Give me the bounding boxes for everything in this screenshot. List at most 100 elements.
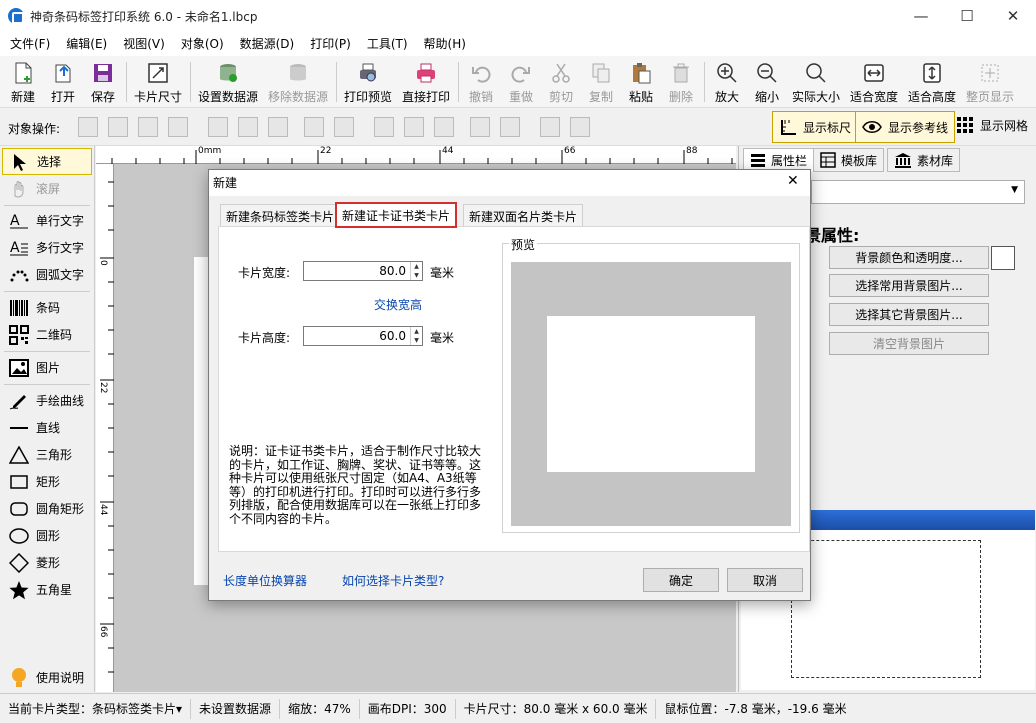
menu-object[interactable]: 对象(O) [173,32,232,56]
card-size-icon [146,61,170,85]
close-window-button[interactable]: ✕ [990,0,1036,32]
common-bg-image-button[interactable]: 选择常用背景图片... [829,274,989,297]
tool-divider [4,351,90,352]
other-bg-image-button[interactable]: 选择其它背景图片... [829,303,989,326]
swap-width-height-link[interactable]: 交换宽高 [374,296,422,313]
distribute-h-icon[interactable] [304,117,324,137]
menu-print[interactable]: 打印(P) [302,32,359,56]
tool-ellipse[interactable]: 圆形 [2,522,92,549]
align-middle-icon[interactable] [404,117,424,137]
paste-button[interactable]: 粘贴 [624,58,658,106]
group-icon[interactable] [540,117,560,137]
tool-freehand[interactable]: 手绘曲线 [2,387,92,414]
save-button[interactable]: 保存 [86,58,120,106]
maximize-button[interactable]: ☐ [944,0,990,32]
object-ops-label: 对象操作: [8,122,61,136]
menu-datasource[interactable]: 数据源(D) [232,32,303,56]
ruler-ticks [111,150,733,164]
dialog-close-button[interactable]: ✕ [787,173,799,189]
cancel-button[interactable]: 取消 [727,568,803,592]
tab-new-barcode-card[interactable]: 新建条码标签类卡片 [220,204,341,227]
dialog-tab-panel: 卡片宽度: 80.0 ▲ ▼ 毫米 交换宽高 卡片高度: 60.0 ▲ ▼ 毫米 说… [218,226,810,552]
set-datasource-button[interactable]: 设置数据源 [196,58,260,106]
tool-diamond[interactable]: 菱形 [2,549,92,576]
fit-height-button[interactable]: 适合高度 [906,58,958,106]
card-size-button[interactable]: 卡片尺寸 [132,58,184,106]
menu-view[interactable]: 视图(V) [115,32,173,56]
tab-templates[interactable]: 模板库 [813,148,885,172]
ruler-label: 22 [98,382,108,394]
tool-image[interactable]: 图片 [2,354,92,381]
new-button[interactable]: 新建 [6,58,40,106]
height-stepper[interactable]: 60.0 ▲ ▼ [303,326,423,346]
tool-barcode[interactable]: 条码 [2,294,92,321]
menu-help[interactable]: 帮助(H) [416,32,474,56]
spin-arrows-icon[interactable]: ▲ ▼ [410,262,422,280]
print-preview-button[interactable]: 打印预览 [342,58,394,106]
bg-color-swatch[interactable] [991,246,1015,270]
center-v-icon[interactable] [500,117,520,137]
tool-rectangle[interactable]: 矩形 [2,468,92,495]
help-guide-button[interactable]: 使用说明 [2,664,92,691]
bring-front-icon[interactable] [78,117,98,137]
move-up-icon[interactable] [138,117,158,137]
full-page-button[interactable]: 整页显示 [964,58,1016,106]
show-grid-toggle[interactable]: 显示网格 [956,116,1028,134]
tool-round-rect[interactable]: 圆角矩形 [2,495,92,522]
redo-button[interactable]: 重做 [504,58,538,106]
clear-bg-image-button[interactable]: 清空背景图片 [829,332,989,355]
distribute-v-icon[interactable] [470,117,490,137]
menu-tools[interactable]: 工具(T) [359,32,416,56]
status-card-type[interactable]: 当前卡片类型：条码标签类卡片▾ [0,698,192,719]
tool-star[interactable]: 五角星 [2,576,92,603]
open-button[interactable]: 打开 [46,58,80,106]
align-right-icon[interactable] [268,117,288,137]
tool-line[interactable]: 直线 [2,414,92,441]
align-left-icon[interactable] [208,117,228,137]
align-bottom-icon[interactable] [434,117,454,137]
undo-button[interactable]: 撤销 [464,58,498,106]
toolbar-divider [126,62,127,102]
tool-arc-text[interactable]: 圆弧文字 [2,261,92,288]
zoom-out-button[interactable]: 缩小 [750,58,784,106]
tab-new-certificate-card[interactable]: 新建证卡证书类卡片 [335,202,458,228]
length-unit-converter-link[interactable]: 长度单位换算器 [223,572,307,589]
object-selector-dropdown[interactable]: ▼ [811,180,1025,204]
delete-button[interactable]: 删除 [664,58,698,106]
width-label: 卡片宽度: [238,266,291,280]
align-center-icon[interactable] [238,117,258,137]
fit-width-button[interactable]: 适合宽度 [848,58,900,106]
menu-edit[interactable]: 编辑(E) [58,32,115,56]
new-card-dialog: 新建 ✕ 新建条码标签类卡片 新建证卡证书类卡片 新建双面名片类卡片 卡片宽度:… [208,169,811,601]
minimize-button[interactable]: — [898,0,944,32]
ok-button[interactable]: 确定 [643,568,719,592]
how-to-choose-card-type-link[interactable]: 如何选择卡片类型? [342,572,444,589]
tool-triangle[interactable]: 三角形 [2,441,92,468]
center-h-icon[interactable] [334,117,354,137]
tool-single-text[interactable]: A 单行文字 [2,207,92,234]
move-down-icon[interactable] [168,117,188,137]
tool-select[interactable]: 选择 [2,148,92,175]
zoom-in-button[interactable]: 放大 [710,58,744,106]
height-unit: 毫米 [430,331,455,345]
fit-height-icon [920,61,944,85]
tab-new-business-card[interactable]: 新建双面名片类卡片 [463,204,584,227]
align-top-icon[interactable] [374,117,394,137]
actual-size-button[interactable]: 实际大小 [790,58,842,106]
copy-button[interactable]: 复制 [584,58,618,106]
tool-qrcode[interactable]: 二维码 [2,321,92,348]
menu-file[interactable]: 文件(F) [2,32,58,56]
send-back-icon[interactable] [108,117,128,137]
spin-arrows-icon[interactable]: ▲ ▼ [410,327,422,345]
tab-materials[interactable]: 素材库 [887,148,961,172]
show-ruler-toggle[interactable]: 显示标尺 [772,111,859,143]
ungroup-icon[interactable] [570,117,590,137]
show-guides-toggle[interactable]: 显示参考线 [855,111,956,143]
tool-scroll[interactable]: 滚屏 [2,175,92,202]
tool-multi-text[interactable]: A 多行文字 [2,234,92,261]
cut-button[interactable]: 剪切 [544,58,578,106]
remove-datasource-button[interactable]: 移除数据源 [266,58,330,106]
width-stepper[interactable]: 80.0 ▲ ▼ [303,261,423,281]
direct-print-button[interactable]: 直接打印 [400,58,452,106]
bg-color-button[interactable]: 背景颜色和透明度... [829,246,989,269]
